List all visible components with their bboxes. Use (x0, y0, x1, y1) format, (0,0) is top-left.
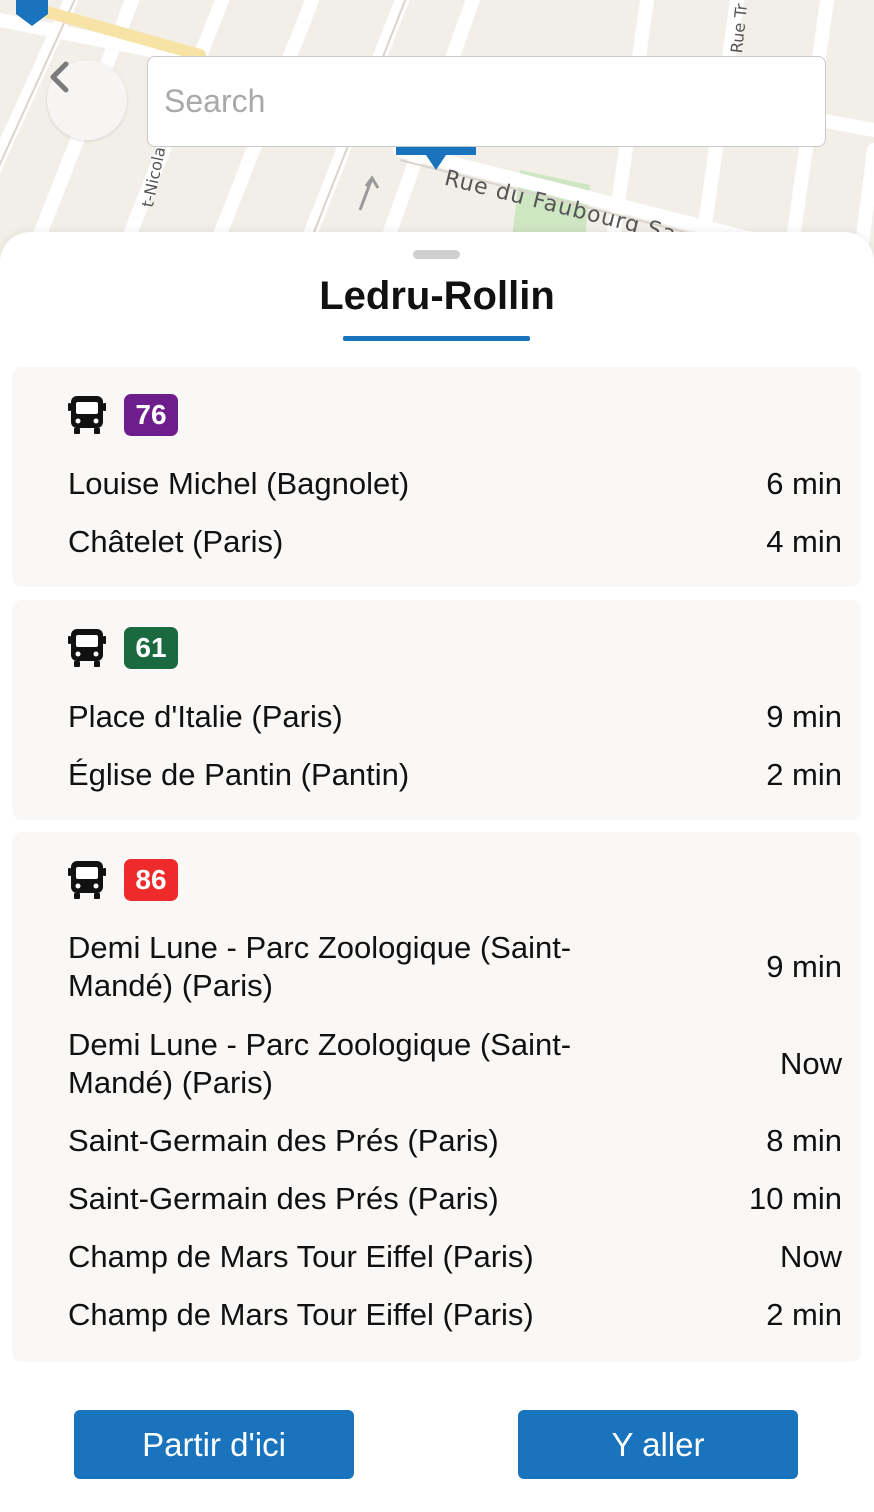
back-button[interactable] (47, 60, 127, 140)
departure-time: Now (779, 1046, 842, 1081)
departure-destination: Saint-Germain des Prés (Paris) (68, 1181, 499, 1216)
departure-row[interactable]: Saint-Germain des Prés (Paris) 10 min (68, 1179, 842, 1219)
departure-row[interactable]: Demi Lune - Parc Zoologique (Saint-Mandé… (68, 1025, 842, 1103)
departure-time: 8 min (766, 1123, 842, 1158)
departure-row[interactable]: Église de Pantin (Pantin) 2 min (68, 755, 842, 795)
line-card-61: 61 Place d'Italie (Paris) 9 min Église d… (12, 600, 861, 820)
departure-row[interactable]: Saint-Germain des Prés (Paris) 8 min (68, 1121, 842, 1161)
bus-icon (68, 396, 106, 434)
departure-row[interactable]: Louise Michel (Bagnolet) 6 min (68, 464, 842, 504)
departure-destination: Place d'Italie (Paris) (68, 699, 343, 734)
departure-time: 2 min (766, 1297, 842, 1332)
bus-icon (68, 861, 106, 899)
departure-time: 10 min (748, 1181, 842, 1216)
departure-destination: Église de Pantin (Pantin) (68, 757, 410, 792)
departure-time: 9 min (766, 949, 842, 984)
departure-destination: Saint-Germain des Prés (Paris) (68, 1123, 499, 1158)
line-card-86: 86 Demi Lune - Parc Zoologique (Saint-Ma… (12, 832, 861, 1362)
chevron-left-icon (50, 61, 69, 93)
line-card-76: 76 Louise Michel (Bagnolet) 6 min Châtel… (12, 367, 861, 587)
departure-time: 2 min (766, 757, 842, 792)
line-badge-86[interactable]: 86 (124, 859, 178, 901)
search-input[interactable] (147, 56, 826, 147)
departure-time: 6 min (766, 466, 842, 501)
departure-destination: Demi Lune - Parc Zoologique (Saint-Mandé… (68, 1027, 572, 1100)
departure-row[interactable]: Champ de Mars Tour Eiffel (Paris) 2 min (68, 1295, 842, 1335)
bus-icon (68, 629, 106, 667)
departure-destination: Champ de Mars Tour Eiffel (Paris) (68, 1239, 534, 1274)
departure-row[interactable]: Châtelet (Paris) 4 min (68, 522, 842, 562)
stop-details-sheet: Ledru-Rollin 76 Louise Michel (Bagnolet)… (0, 232, 874, 1512)
departure-time: Now (779, 1239, 842, 1274)
stop-title: Ledru-Rollin (319, 274, 555, 318)
departure-row[interactable]: Demi Lune - Parc Zoologique (Saint-Mandé… (68, 928, 842, 1006)
title-underline (343, 336, 530, 341)
departure-destination: Louise Michel (Bagnolet) (68, 466, 410, 501)
depart-from-here-button[interactable]: Partir d'ici (74, 1410, 354, 1479)
departure-time: 4 min (766, 524, 842, 559)
departure-time: 9 min (766, 699, 842, 734)
sheet-drag-handle[interactable] (413, 250, 460, 259)
line-badge-76[interactable]: 76 (124, 394, 178, 436)
departure-destination: Champ de Mars Tour Eiffel (Paris) (68, 1297, 534, 1332)
go-there-button[interactable]: Y aller (518, 1410, 798, 1479)
line-badge-61[interactable]: 61 (124, 627, 178, 669)
departure-destination: Châtelet (Paris) (68, 524, 284, 559)
departure-row[interactable]: Place d'Italie (Paris) 9 min (68, 697, 842, 737)
departure-row[interactable]: Champ de Mars Tour Eiffel (Paris) Now (68, 1237, 842, 1277)
departure-destination: Demi Lune - Parc Zoologique (Saint-Mandé… (68, 930, 572, 1003)
